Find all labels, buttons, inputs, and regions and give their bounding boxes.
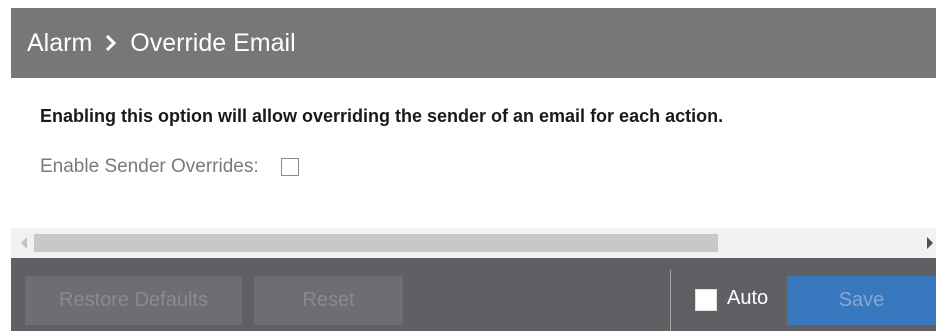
enable-sender-overrides-checkbox[interactable] <box>280 158 299 176</box>
reset-button[interactable]: Reset <box>254 276 403 325</box>
chevron-right-icon <box>104 34 118 52</box>
top-strip <box>0 0 936 8</box>
panel-header: Alarm Override Email <box>11 8 936 78</box>
restore-defaults-button[interactable]: Restore Defaults <box>25 276 242 325</box>
enable-sender-overrides-row: Enable Sender Overrides: <box>40 156 299 178</box>
breadcrumb-root[interactable]: Alarm <box>27 29 92 58</box>
footer-divider <box>670 270 671 331</box>
triangle-right-icon[interactable] <box>927 237 933 249</box>
panel-content: Enabling this option will allow overridi… <box>11 78 936 228</box>
scrollbar-thumb[interactable] <box>34 234 718 252</box>
auto-label: Auto <box>727 287 769 309</box>
triangle-left-icon[interactable] <box>21 237 27 249</box>
breadcrumb-current: Override Email <box>130 28 296 57</box>
horizontal-scrollbar[interactable] <box>11 228 936 258</box>
panel-footer: Restore Defaults Reset Auto Save <box>11 258 936 331</box>
override-email-panel: Alarm Override Email Enabling this optio… <box>0 0 936 331</box>
save-button[interactable]: Save <box>787 276 936 325</box>
auto-checkbox[interactable] <box>695 289 717 311</box>
option-description: Enabling this option will allow overridi… <box>40 106 724 126</box>
enable-sender-overrides-label: Enable Sender Overrides: <box>40 156 259 177</box>
